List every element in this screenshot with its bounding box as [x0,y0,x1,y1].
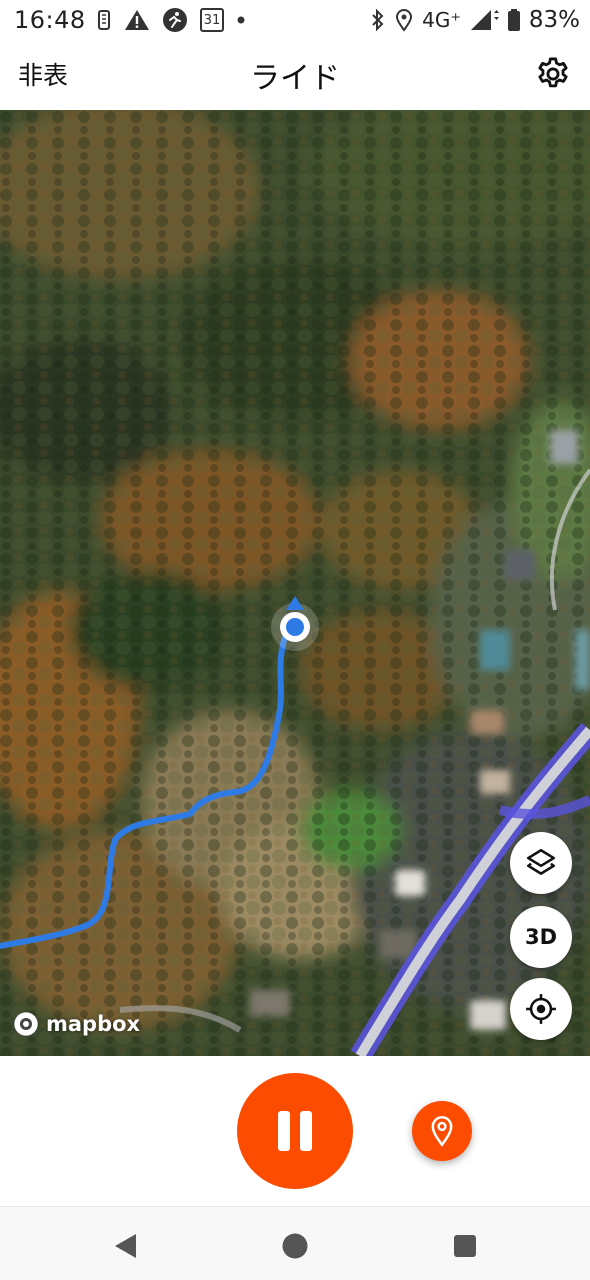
system-icons: 4G⁺ 83% [370,6,580,34]
nav-recents-button[interactable] [450,1231,480,1261]
network-type: 4G⁺ [422,8,461,32]
mapbox-logo-icon [13,1011,39,1037]
page-title: ライド [250,61,340,96]
layers-icon [526,848,556,875]
map-3d-button[interactable]: 3D [510,906,572,968]
app-header: 非表 ライド [0,40,590,110]
notification-icons: 31 [96,6,246,34]
recenter-button[interactable] [510,978,572,1040]
map-imagery [0,110,590,1056]
status-bar: 16:48 31 4G⁺ 83% [0,0,590,40]
dot-icon [237,16,245,24]
bluetooth-icon [372,8,384,32]
signal-icon [470,10,499,30]
mapbox-wordmark: mapbox [46,1012,141,1036]
activity-icon [163,8,187,32]
recording-controls [0,1056,590,1206]
crosshair-icon [526,994,556,1024]
back-triangle-icon [115,1234,136,1258]
map-3d-label: 3D [524,925,558,949]
add-marker-button[interactable] [412,1101,472,1161]
battery-icon [507,9,520,31]
recents-square-icon [454,1235,476,1257]
warning-icon [125,10,149,30]
location-icon [396,9,413,32]
battery-percent: 83% [528,7,580,33]
status-time: 16:48 [14,6,86,34]
nav-home-button[interactable] [280,1231,310,1261]
map-layers-button[interactable] [510,832,572,894]
pause-button[interactable] [237,1073,353,1189]
gear-icon [538,57,568,88]
nav-back-button[interactable] [110,1231,140,1261]
settings-button[interactable] [534,55,572,93]
system-nav-bar [0,1206,590,1280]
home-circle-icon [282,1233,308,1259]
phone-vibrate-icon [98,10,110,30]
satellite-map[interactable]: 3D mapbox [0,110,590,1056]
calendar-icon: 31 [200,8,224,32]
map-pin-icon [431,1116,453,1147]
pause-icon [278,1111,312,1151]
mapbox-attribution[interactable]: mapbox [12,1010,140,1038]
